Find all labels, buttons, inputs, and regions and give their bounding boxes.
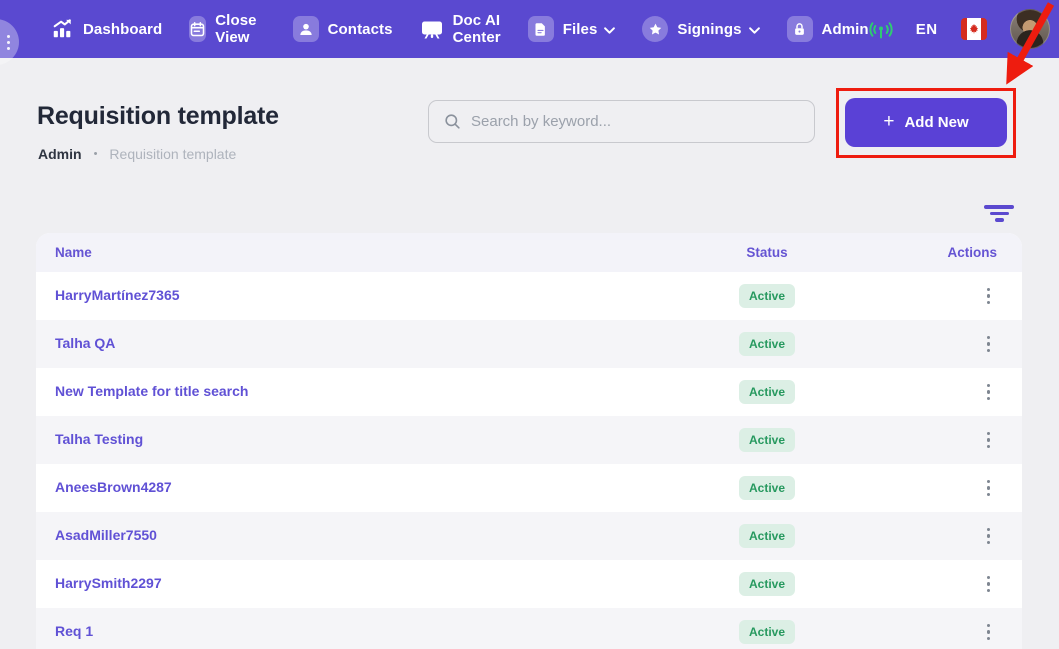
template-name-link[interactable]: AneesBrown4287 [55,479,172,495]
table-body: HarryMartínez7365 Active Talha QA Active… [36,272,1022,649]
kebab-menu-icon[interactable] [981,332,997,357]
table-row: Req 1 Active [36,608,1022,649]
nav-item-signings[interactable]: Signings [642,16,760,42]
template-name-link[interactable]: Talha Testing [55,431,143,447]
status-badge: Active [738,332,796,356]
lock-icon [786,16,813,42]
filter-icon[interactable] [983,202,1015,226]
table-row: AsadMiller7550 Active [36,512,1022,560]
template-name-link[interactable]: HarrySmith2297 [55,575,162,591]
kebab-menu-icon[interactable] [981,284,997,309]
document-icon [527,16,554,42]
search-icon [443,112,462,131]
kebab-menu-icon[interactable] [981,428,997,453]
table-row: Talha QA Active [36,320,1022,368]
nav-item-close-view[interactable]: Close View [189,12,265,46]
template-name-link[interactable]: AsadMiller7550 [55,527,157,543]
status-badge: Active [738,524,796,548]
chevron-down-icon [604,26,616,34]
breadcrumb-current: Requisition template [109,146,237,162]
column-header-name[interactable]: Name [55,245,717,260]
kebab-menu-icon[interactable] [981,524,997,549]
kebab-menu-icon[interactable] [981,620,997,645]
kebab-menu-icon[interactable] [981,380,997,405]
template-name-link[interactable]: New Template for title search [55,383,248,399]
nav-item-files[interactable]: Files [527,16,616,42]
template-name-link[interactable]: Req 1 [55,623,93,639]
nav-item-label: Dashboard [83,20,163,38]
calendar-icon [189,16,207,42]
requisition-table-card: Name Status Actions HarryMartínez7365 Ac… [36,233,1022,649]
top-navbar: Dashboard Close View Contacts Doc AI Cen… [0,0,1059,65]
kebab-menu-icon[interactable] [981,572,997,597]
template-name-link[interactable]: HarryMartínez7365 [55,287,180,303]
nav-item-contacts[interactable]: Contacts [292,16,393,42]
status-badge: Active [738,620,796,644]
nav-item-label: Doc AI Center [452,12,501,46]
user-avatar[interactable] [1009,9,1050,49]
status-badge: Active [738,572,796,596]
nav-item-label: Close View [215,12,257,46]
breadcrumb: Admin • Requisition template [38,146,236,162]
canada-flag-icon[interactable] [960,18,987,40]
table-row: Talha Testing Active [36,416,1022,464]
breadcrumb-separator: • [93,148,98,160]
table-row: New Template for title search Active [36,368,1022,416]
table-row: HarryMartínez7365 Active [36,272,1022,320]
chevron-down-icon [748,26,760,34]
nav-item-dashboard[interactable]: Dashboard [50,17,162,41]
language-selector[interactable]: EN [916,21,938,38]
status-badge: Active [738,284,796,308]
table-row: AneesBrown4287 Active [36,464,1022,512]
nav-item-label: Signings [677,20,742,38]
table-header-row: Name Status Actions [36,233,1022,272]
nav-item-admin[interactable]: Admin [786,16,869,42]
nav-items: Dashboard Close View Contacts Doc AI Cen… [50,12,869,46]
nav-item-label: Contacts [327,20,393,38]
search-input[interactable] [471,113,800,130]
table-row: HarrySmith2297 Active [36,560,1022,608]
nav-item-label: Admin [821,20,869,38]
column-header-status[interactable]: Status [717,245,817,260]
star-icon [642,16,669,42]
status-badge: Active [738,428,796,452]
page-title: Requisition template [37,102,279,130]
sidebar-edge-toggle[interactable] [0,19,19,65]
grip-dots-icon [7,34,10,50]
add-new-button[interactable]: + Add New [845,98,1007,147]
column-header-actions: Actions [947,245,997,260]
nav-item-label: Files [562,20,598,38]
search-box[interactable] [428,100,815,143]
status-badge: Active [738,476,796,500]
status-badge: Active [738,380,796,404]
broadcast-icon[interactable] [869,17,893,41]
plus-icon: + [883,110,895,132]
template-name-link[interactable]: Talha QA [55,335,115,351]
person-icon [292,16,319,42]
add-new-label: Add New [904,114,969,131]
breadcrumb-parent[interactable]: Admin [38,146,82,162]
kebab-menu-icon[interactable] [981,476,997,501]
board-icon [420,17,444,41]
chart-icon [50,17,74,41]
maple-leaf-icon [969,24,978,34]
navbar-right-cluster: EN [869,9,1050,49]
nav-item-doc-ai-center[interactable]: Doc AI Center [420,12,501,46]
